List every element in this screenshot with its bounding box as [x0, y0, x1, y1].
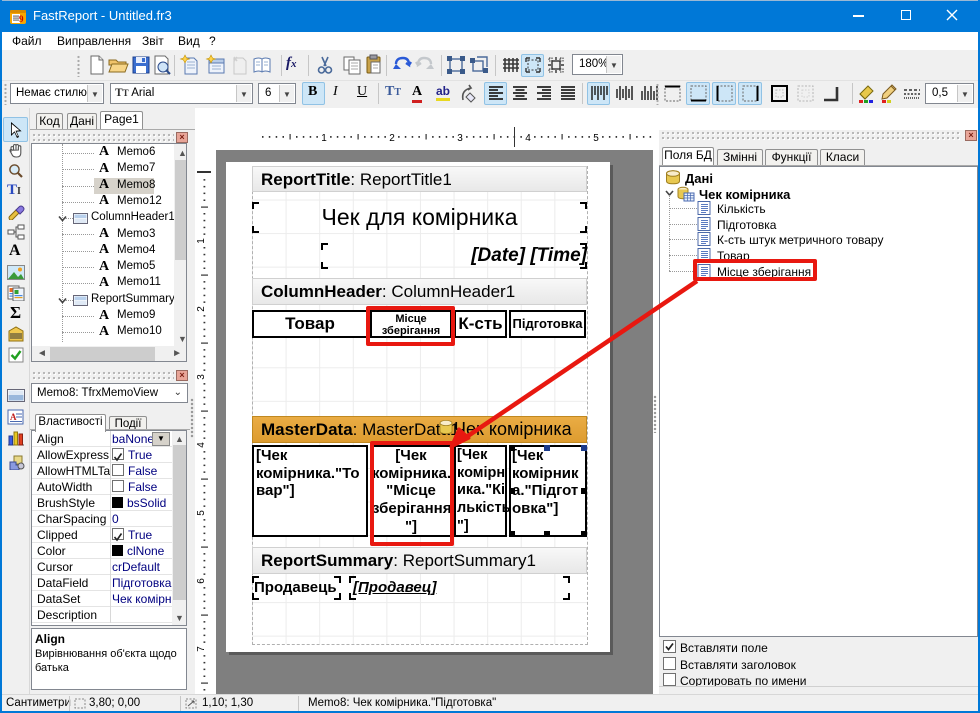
svg-text:2: 2 — [196, 306, 207, 312]
svg-text:6: 6 — [196, 578, 207, 584]
svg-text:5: 5 — [593, 133, 599, 144]
svg-text:4: 4 — [196, 442, 207, 448]
svg-text:4: 4 — [525, 133, 531, 144]
svg-text:5: 5 — [196, 510, 207, 516]
svg-text:7: 7 — [196, 646, 207, 652]
svg-text:1: 1 — [321, 133, 327, 144]
svg-text:A: A — [10, 412, 17, 422]
svg-text:3: 3 — [196, 374, 207, 380]
svg-text:2: 2 — [389, 133, 395, 144]
svg-text:9: 9 — [19, 14, 24, 24]
svg-text:1: 1 — [196, 238, 207, 244]
svg-text:3: 3 — [457, 133, 463, 144]
